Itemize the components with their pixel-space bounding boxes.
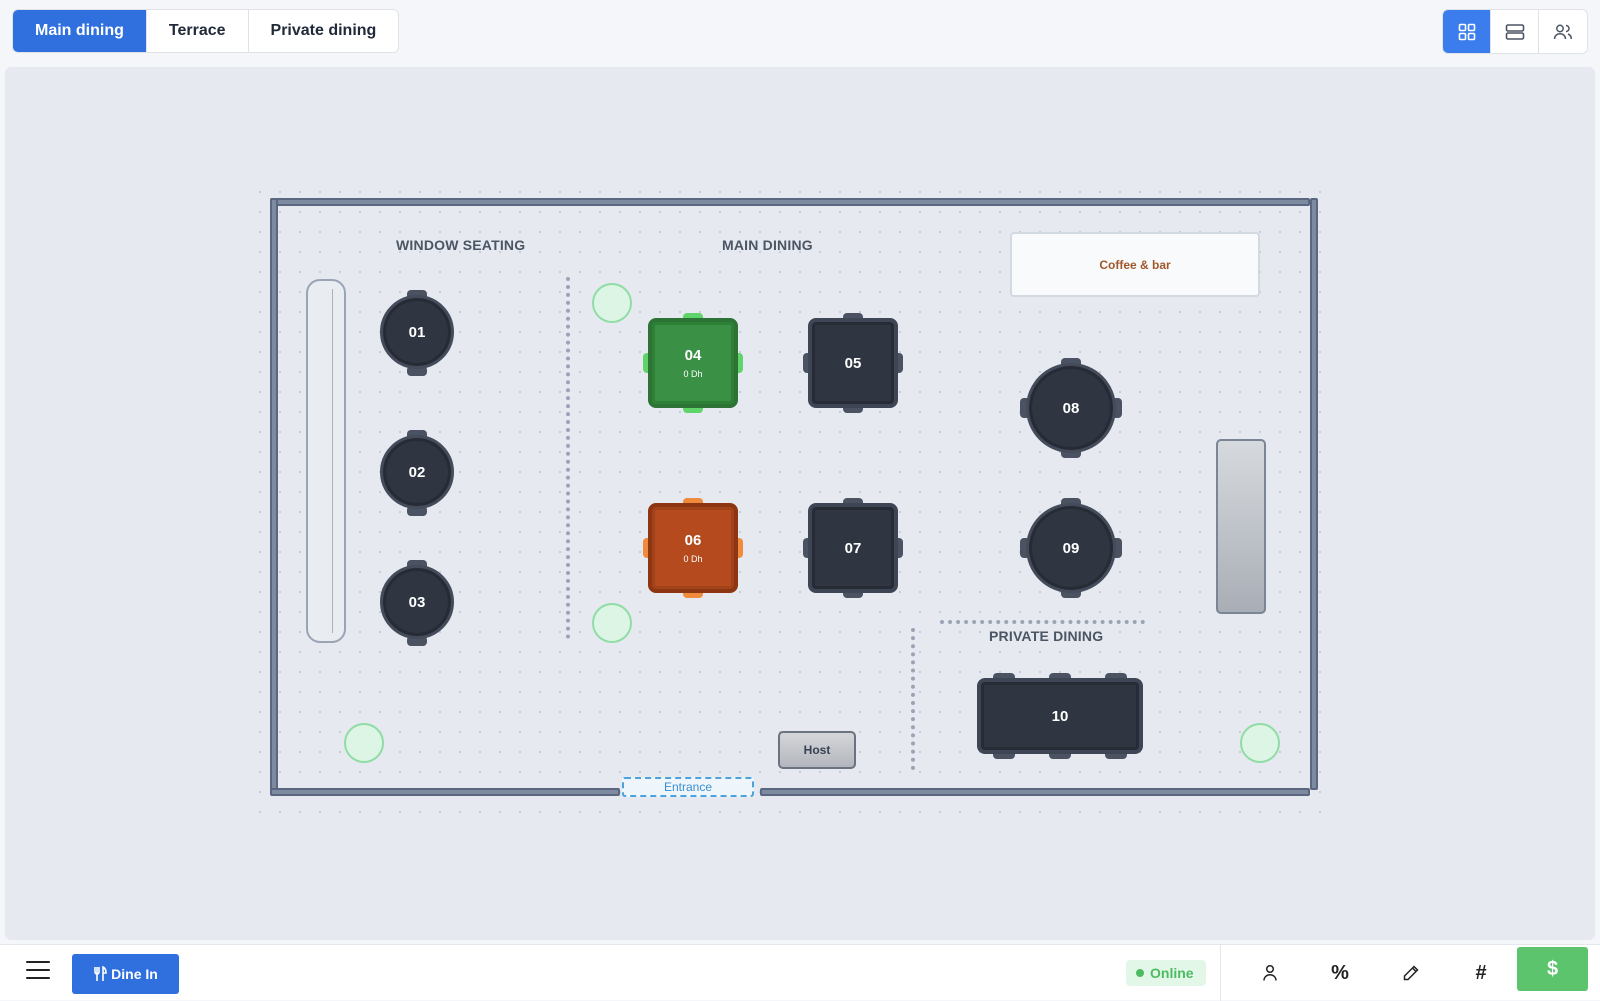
table-09[interactable]: 09 (1020, 498, 1122, 598)
table-number: 03 (380, 565, 454, 639)
host-stand: Host (778, 731, 856, 769)
pencil-icon (1403, 965, 1419, 981)
status-label: Online (1150, 965, 1194, 981)
hash-icon: # (1475, 961, 1487, 984)
dine-in-label: Dine In (111, 966, 158, 982)
table-face: 10 (977, 678, 1143, 754)
table-08[interactable]: 08 (1020, 358, 1122, 458)
zone-divider (911, 628, 915, 770)
table-number: 05 (844, 354, 862, 372)
window-bench (306, 279, 346, 643)
table-number: 01 (380, 295, 454, 369)
discount-button[interactable]: % (1320, 953, 1360, 993)
table-number: 06 (684, 532, 702, 549)
list-view-icon (1505, 23, 1524, 40)
utensils-icon (94, 966, 107, 981)
zone-divider (940, 620, 1145, 624)
percent-icon: % (1331, 961, 1349, 984)
table-number: 04 (684, 347, 702, 364)
zone-divider (566, 277, 570, 639)
table-amount: 0 Dh (683, 369, 703, 379)
grid-view-icon (1458, 23, 1475, 40)
plant-decor (592, 603, 632, 643)
status-dot (1136, 969, 1144, 977)
wall-top (270, 198, 1310, 206)
wall-bottom-left (270, 788, 620, 796)
table-face: 04 0 Dh (648, 318, 738, 408)
wall-bottom-right (760, 788, 1310, 796)
plant-decor (592, 283, 632, 323)
table-face: 05 (808, 318, 898, 408)
plant-decor (344, 723, 384, 763)
table-05[interactable]: 05 (803, 313, 903, 413)
zone-label-main-dining: MAIN DINING (722, 237, 813, 253)
view-switcher (1442, 9, 1588, 54)
zone-label-window-seating: WINDOW SEATING (396, 237, 526, 253)
grid-view-button[interactable] (1443, 10, 1491, 53)
table-03[interactable]: 03 (378, 560, 456, 646)
table-face: 07 (808, 503, 898, 593)
table-number: 02 (380, 435, 454, 509)
wall-left (270, 198, 278, 790)
tab-private-dining[interactable]: Private dining (249, 10, 399, 52)
list-view-button[interactable] (1491, 10, 1539, 53)
table-number: 07 (844, 539, 862, 557)
table-number-button[interactable]: # (1461, 953, 1501, 993)
pay-button[interactable]: $ (1517, 947, 1588, 991)
table-04[interactable]: 04 0 Dh (643, 313, 743, 413)
wall-right (1310, 198, 1318, 790)
users-icon (1553, 24, 1573, 39)
table-number: 08 (1026, 363, 1116, 453)
dine-in-button[interactable]: Dine In (72, 954, 179, 994)
floor-tabs: Main dining Terrace Private dining (12, 9, 400, 53)
entrance-marker: Entrance (622, 777, 754, 797)
service-station (1216, 439, 1266, 614)
dollar-icon: $ (1546, 957, 1559, 980)
table-face: 06 0 Dh (648, 503, 738, 593)
hamburger-menu-icon[interactable] (26, 961, 50, 981)
table-07[interactable]: 07 (803, 498, 903, 598)
plant-decor (1240, 723, 1280, 763)
tab-main-dining[interactable]: Main dining (13, 10, 147, 52)
staff-view-button[interactable] (1539, 10, 1587, 53)
online-status-badge: Online (1126, 960, 1206, 986)
edit-button[interactable] (1391, 953, 1431, 993)
table-02[interactable]: 02 (378, 430, 456, 516)
table-amount: 0 Dh (683, 554, 703, 564)
table-10[interactable]: 10 (977, 673, 1143, 759)
table-number: 10 (1051, 707, 1069, 725)
bottom-bar: Dine In Online % # $ (0, 944, 1600, 1001)
zone-label-private-dining: PRIVATE DINING (989, 628, 1104, 644)
top-bar: Main dining Terrace Private dining (0, 0, 1600, 66)
person-icon (1263, 964, 1277, 981)
divider (1220, 945, 1221, 1001)
table-number: 09 (1026, 503, 1116, 593)
coffee-bar-counter: Coffee & bar (1010, 232, 1260, 297)
table-01[interactable]: 01 (378, 290, 456, 376)
table-06[interactable]: 06 0 Dh (643, 498, 743, 598)
tab-terrace[interactable]: Terrace (147, 10, 249, 52)
customer-button[interactable] (1250, 953, 1290, 993)
